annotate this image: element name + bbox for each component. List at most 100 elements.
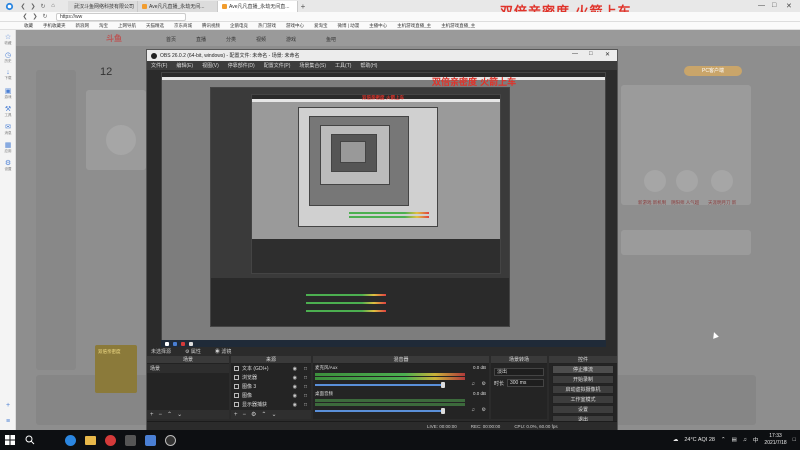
weather-text[interactable]: 24°C AQI 28 — [684, 437, 715, 443]
game-thumb-1[interactable] — [644, 170, 666, 192]
channel-settings-gear-icon[interactable]: ⚙ — [482, 407, 486, 413]
pc-client-button[interactable]: PC客户端 — [684, 66, 742, 76]
obs-maximize-icon[interactable]: □ — [589, 51, 593, 57]
tray-expand-icon[interactable]: ⌃ — [721, 437, 726, 443]
site-nav-category[interactable]: 分类 — [226, 36, 236, 43]
site-logo[interactable]: 斗鱼 — [106, 33, 122, 44]
remove-source-icon[interactable]: − — [243, 412, 247, 418]
lock-icon[interactable]: □ — [304, 375, 307, 381]
visibility-eye-icon[interactable]: ◉ — [293, 366, 297, 372]
sidebar-item-history[interactable]: ◷ 历史 — [0, 48, 16, 66]
close-icon[interactable]: ✕ — [786, 2, 792, 10]
sidebar-item-tools[interactable]: ⚒ 工具 — [0, 102, 16, 120]
weather-icon[interactable]: ☁ — [673, 437, 679, 443]
game-label-1[interactable]: 新游戏 新机制 — [638, 200, 666, 206]
visibility-eye-icon[interactable]: ◉ — [293, 384, 297, 390]
mute-speaker-icon[interactable]: ♫ — [471, 381, 475, 387]
site-nav-video[interactable]: 视频 — [256, 36, 266, 43]
move-up-icon[interactable]: ⌃ — [167, 411, 172, 418]
start-recording-button[interactable]: 开始录制 — [552, 375, 614, 384]
start-virtual-camera-button[interactable]: 启动虚拟摄像机 — [552, 385, 614, 394]
obs-menu-profile[interactable]: 配置文件(P) — [264, 62, 291, 69]
visibility-eye-icon[interactable]: ◉ — [293, 402, 297, 408]
move-down-icon[interactable]: ⌄ — [177, 411, 182, 418]
move-down-icon[interactable]: ⌄ — [271, 411, 276, 418]
maximize-icon[interactable]: □ — [772, 2, 776, 9]
studio-mode-button[interactable]: 工作室模式 — [552, 395, 614, 404]
volume-slider-handle[interactable] — [441, 382, 445, 388]
site-nav-game[interactable]: 游戏 — [286, 36, 296, 43]
browser-tab-douyu-company[interactable]: 武汉斗鱼网络科技有限公司 — [68, 1, 138, 12]
volume-icon[interactable]: ♫ — [743, 437, 747, 443]
game-taskbar-icon[interactable] — [120, 430, 140, 450]
channel-settings-gear-icon[interactable]: ⚙ — [482, 381, 486, 387]
obs-menu-docks[interactable]: 停靠部件(D) — [228, 62, 255, 69]
obs-menu-view[interactable]: 视图(V) — [202, 62, 219, 69]
browser-tab-live-1[interactable]: Ave凡凡直播_永劫无间... — [138, 1, 218, 12]
bookmark-item[interactable]: 收藏 — [22, 23, 33, 29]
obs-menu-edit[interactable]: 编辑(E) — [176, 62, 193, 69]
bookmark-item[interactable]: 新浪网 — [74, 23, 90, 29]
netease-music-taskbar-icon[interactable] — [100, 430, 120, 450]
game-label-3[interactable]: 天涯明月刀 新 — [708, 200, 736, 206]
obs-menu-file[interactable]: 文件(F) — [151, 62, 167, 69]
bookmark-item[interactable]: 主机游戏直播_主 — [395, 23, 431, 29]
source-item-browser[interactable]: 浏览器 ◉ □ — [231, 373, 311, 382]
move-up-icon[interactable]: ⌃ — [261, 411, 266, 418]
obs-menu-tools[interactable]: 工具(T) — [335, 62, 351, 69]
bookmark-item[interactable]: 游戏中心 — [284, 23, 304, 29]
back-icon[interactable]: ❮ — [18, 3, 28, 10]
obs-preview[interactable]: 双倍亲密度 火箭上车 双倍亲密度 火箭上车 — [161, 72, 606, 349]
sidebar-item-games[interactable]: ▣ 游戏 — [0, 84, 16, 102]
bookmark-item[interactable]: 爱淘宝 — [312, 23, 328, 29]
browser-taskbar-icon[interactable] — [60, 430, 80, 450]
bookmark-item[interactable]: 淘宝 — [97, 23, 108, 29]
bookmark-item[interactable]: 微博 | 动漫 — [336, 23, 360, 29]
mute-speaker-icon[interactable]: ♫ — [471, 407, 475, 413]
sidebar-item-messages[interactable]: ✉ 消息 — [0, 120, 16, 138]
back-icon[interactable]: ❮ — [20, 13, 30, 20]
browser-tab-live-2[interactable]: Ave凡凡直播_永劫无间直... — [218, 1, 298, 12]
source-item-image[interactable]: 图像 ◉ □ — [231, 391, 311, 400]
lock-icon[interactable]: □ — [304, 393, 307, 399]
bookmark-item[interactable]: 腾讯视频 — [200, 23, 220, 29]
lock-icon[interactable]: □ — [304, 384, 307, 390]
site-nav-live[interactable]: 直播 — [196, 36, 206, 43]
properties-button[interactable]: ⚙ 属性 — [185, 348, 201, 355]
lock-icon[interactable]: □ — [304, 366, 307, 372]
scene-item[interactable]: 场景 — [147, 364, 229, 373]
bookmark-item[interactable]: 热门游戏 — [256, 23, 276, 29]
site-nav-yuba[interactable]: 鱼吧 — [326, 36, 336, 43]
site-nav-home[interactable]: 首页 — [166, 36, 176, 43]
bookmark-item[interactable]: 天猫精选 — [144, 23, 164, 29]
search-icon[interactable] — [20, 430, 40, 450]
refresh-icon[interactable]: ↻ — [40, 13, 50, 20]
bookmark-item[interactable]: 京东商城 — [172, 23, 192, 29]
visibility-eye-icon[interactable]: ◉ — [293, 393, 297, 399]
bookmark-item[interactable]: 主机游戏直播_主 — [439, 23, 475, 29]
sidebar-item-favorites[interactable]: ☆ 收藏 — [0, 30, 16, 48]
filters-button[interactable]: ◉ 滤镜 — [215, 348, 231, 355]
volume-slider[interactable] — [315, 410, 445, 412]
sidebar-item-settings[interactable]: ⚙ 设置 — [0, 156, 16, 174]
visibility-eye-icon[interactable]: ◉ — [293, 375, 297, 381]
source-item-display-capture[interactable]: 显示器捕获 ◉ □ — [231, 400, 311, 409]
source-item-image-3[interactable]: 图像 3 ◉ □ — [231, 382, 311, 391]
add-scene-icon[interactable]: + — [150, 412, 154, 418]
add-source-icon[interactable]: + — [234, 412, 238, 418]
lock-icon[interactable]: □ — [304, 402, 307, 408]
transition-select[interactable]: 淡出 — [494, 368, 544, 376]
bookmark-item[interactable]: 主播中心 — [367, 23, 387, 29]
start-button[interactable] — [0, 430, 20, 450]
obs-close-icon[interactable]: ✕ — [605, 51, 610, 58]
forward-icon[interactable]: ❯ — [28, 3, 38, 10]
source-settings-icon[interactable]: ⚙ — [251, 411, 256, 418]
sidebar-item-apps[interactable]: ▦ 应用 — [0, 138, 16, 156]
obs-taskbar-icon[interactable] — [160, 430, 180, 450]
bookmark-item[interactable]: 上网导航 — [116, 23, 136, 29]
source-item-text[interactable]: 文本 (GDI+) ◉ □ — [231, 364, 311, 373]
app-taskbar-icon[interactable] — [140, 430, 160, 450]
game-label-2[interactable]: 阴阳师 人气超 — [671, 200, 699, 206]
input-language[interactable]: 中 — [753, 436, 759, 444]
obs-minimize-icon[interactable]: — — [572, 51, 578, 57]
